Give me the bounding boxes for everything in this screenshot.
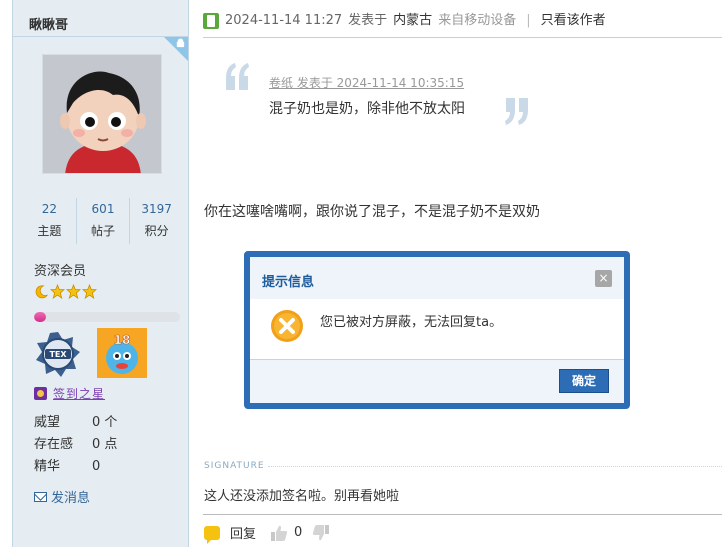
info-row-digest: 精华 0	[34, 456, 117, 478]
post-time: 2024-11-14 11:27	[225, 13, 343, 28]
stat-posts-label: 帖子	[91, 224, 116, 238]
user-rank[interactable]: 资深会员	[34, 260, 86, 279]
error-icon	[271, 310, 303, 342]
user-sidebar: 瞅瞅哥 22 主题 601 帖子 3197 积分 资深会员 TEX 18 签到之…	[13, 0, 189, 547]
dialog-title: 提示信息	[262, 275, 315, 290]
mail-icon	[34, 491, 47, 502]
medal-number: 18	[114, 333, 131, 347]
avatar[interactable]	[42, 54, 162, 174]
info-key: 精华	[34, 459, 61, 474]
from-mobile-link[interactable]: 来自移动设备	[438, 10, 516, 32]
stat-threads-value: 22	[41, 202, 57, 216]
star-icon	[82, 284, 97, 299]
info-row-prestige: 威望 0 个	[34, 412, 117, 434]
user-group[interactable]: 签到之星	[34, 385, 105, 402]
thumb-up-icon[interactable]	[270, 524, 288, 542]
published-prefix: 发表于	[348, 13, 388, 28]
info-key: 存在感	[34, 437, 74, 452]
star-icon	[50, 284, 65, 299]
star-icon	[66, 284, 81, 299]
quote-text: 混子奶也是奶，除非他不放太阳	[269, 101, 465, 117]
post-location: 内蒙古	[393, 13, 433, 28]
mobile-post-icon	[203, 13, 219, 29]
quote-close-icon	[505, 98, 528, 125]
close-icon[interactable]: ×	[595, 270, 612, 287]
confirm-button[interactable]: 确定	[559, 369, 609, 393]
dialog-footer: 确定	[250, 359, 624, 403]
android-icon	[176, 38, 185, 48]
send-message-label: 发消息	[51, 491, 91, 506]
info-value: 0	[92, 459, 101, 474]
send-message-link[interactable]: 发消息	[34, 487, 90, 506]
avatar-image	[43, 55, 161, 173]
credit-progress-fill	[34, 312, 46, 322]
info-key: 威望	[34, 415, 61, 430]
stat-posts[interactable]: 601 帖子	[75, 198, 130, 244]
signature-text: 这人还没添加签名啦。别再看她啦	[204, 489, 400, 504]
actions-divider	[203, 514, 722, 515]
anniversary-medal-icon[interactable]: 18	[97, 328, 147, 378]
post-content: 你在这噻啥嘴啊，跟你说了混子，不是混子奶不是双奶	[204, 204, 540, 220]
post-header: 2024-11-14 11:27 发表于 内蒙古 来自移动设备 | 只看该作者	[203, 10, 606, 32]
header-separator: |	[526, 13, 531, 28]
dialog-message: 您已被对方屏蔽，无法回复ta。	[320, 315, 503, 330]
stat-credits-label: 积分	[144, 224, 169, 238]
info-value: 0 个	[92, 415, 118, 430]
medal-badge-icon[interactable]: TEX	[34, 330, 82, 378]
dialog-body: 您已被对方屏蔽，无法回复ta。	[250, 299, 624, 359]
credit-progress-bar	[34, 312, 180, 322]
signature-divider	[268, 466, 722, 467]
user-info-table: 威望 0 个 存在感 0 点 精华 0	[34, 412, 117, 478]
moon-icon	[35, 285, 49, 299]
group-name[interactable]: 签到之星	[53, 385, 105, 402]
only-author-link[interactable]: 只看该作者	[541, 10, 606, 32]
info-row-presence: 存在感 0 点	[34, 434, 117, 456]
quote-open-icon	[226, 63, 249, 90]
svg-text:TEX: TEX	[49, 350, 67, 359]
username[interactable]: 瞅瞅哥	[29, 14, 68, 33]
like-count: 0	[294, 525, 303, 540]
group-icon	[34, 387, 47, 400]
user-stats: 22 主题 601 帖子 3197 积分	[23, 198, 183, 244]
alert-dialog: 提示信息 × 您已被对方屏蔽，无法回复ta。 确定	[244, 251, 630, 409]
stat-threads-label: 主题	[37, 224, 62, 238]
stat-posts-value: 601	[91, 202, 115, 216]
info-value: 0 点	[92, 437, 118, 452]
thumb-down-icon[interactable]	[312, 524, 330, 542]
post-actions: 回复 0	[204, 523, 330, 544]
reply-icon[interactable]	[204, 525, 220, 544]
reply-button[interactable]: 回复	[230, 523, 256, 542]
stat-threads[interactable]: 22 主题	[23, 198, 76, 244]
header-divider	[203, 37, 722, 38]
signature-label: SIGNATURE	[204, 461, 265, 471]
username-divider	[13, 36, 189, 37]
stat-credits-value: 3197	[141, 202, 172, 216]
rank-stars	[34, 284, 97, 299]
quote-author-link[interactable]: 卷纸 发表于 2024-11-14 10:35:15	[269, 74, 464, 91]
stat-credits[interactable]: 3197 积分	[129, 198, 183, 244]
